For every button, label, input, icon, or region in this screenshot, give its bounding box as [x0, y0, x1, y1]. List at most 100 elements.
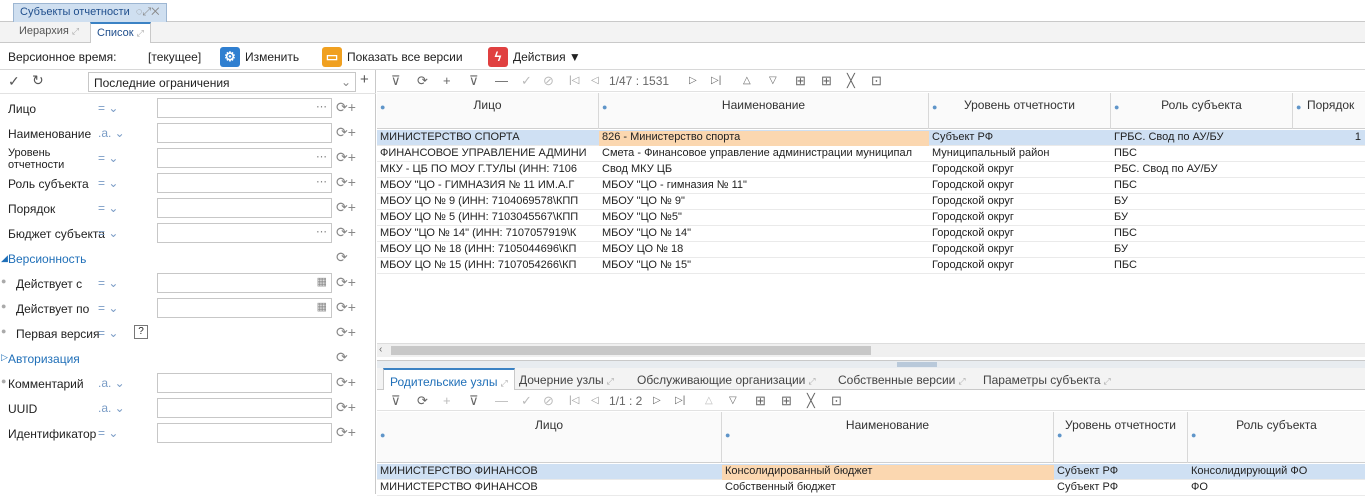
col-header[interactable]: ● Роль субъекта	[1111, 93, 1293, 129]
reset-group-icon[interactable]: ⟳	[336, 249, 348, 266]
table-cell[interactable]: Консолидированный бюджет	[722, 465, 1054, 480]
panel-splitter[interactable]	[377, 360, 1365, 368]
col-header[interactable]: ● Роль субъекта	[1188, 412, 1365, 463]
table-cell[interactable]: МБОУ "ЦО - ГИМНАЗИЯ № 11 ИМ.А.Г	[377, 179, 599, 194]
table-cell[interactable]: РБС. Свод по АУ/БУ	[1111, 163, 1293, 178]
table-cell[interactable]: Городской округ	[929, 243, 1111, 258]
table-cell[interactable]: МБОУ "ЦО № 14" (ИНН: 7107057919\К	[377, 227, 599, 242]
add-icon[interactable]: +	[443, 393, 451, 408]
filter-input[interactable]	[157, 373, 332, 393]
edit-icon[interactable]: ⊽	[469, 393, 479, 409]
filter-row-actions[interactable]: ⟳+	[336, 274, 356, 291]
filter-operator[interactable]: = ⌄	[98, 301, 118, 315]
filter-input[interactable]: ⋯	[157, 223, 332, 243]
sort-down-icon[interactable]: ▽	[769, 75, 777, 86]
table-cell[interactable]: МБОУ "ЦО №5"	[599, 211, 929, 226]
more-icon[interactable]: ⋯	[316, 225, 327, 238]
next-page-icon[interactable]: ▷	[689, 75, 697, 86]
group-auth-label[interactable]: Авторизация	[8, 352, 80, 366]
table-cell[interactable]: Городской округ	[929, 163, 1111, 178]
table-cell[interactable]	[1293, 243, 1365, 258]
window-tab[interactable]: Субъекты отчетности ◌⤢✕	[13, 3, 167, 22]
table-row[interactable]: МБОУ ЦО № 15 (ИНН: 7107054266\КП МБОУ "ЦО…	[377, 258, 1365, 274]
table-cell[interactable]: Городской округ	[929, 259, 1111, 274]
tab-parent-nodes[interactable]: Родительские узлы ⤢	[383, 368, 515, 390]
filter-input[interactable]: ▦	[157, 298, 332, 318]
filter-operator[interactable]: = ⌄	[98, 226, 118, 240]
table-cell[interactable]: МБОУ ЦО № 18	[599, 243, 929, 258]
cancel-icon[interactable]: ⊘	[543, 393, 554, 409]
collapse-triangle-icon[interactable]: ▷	[1, 352, 8, 363]
filter-row-actions[interactable]: ⟳+	[336, 99, 356, 116]
remove-icon[interactable]: —	[495, 393, 508, 408]
table-cell[interactable]: ГРБС. Свод по АУ/БУ	[1111, 131, 1293, 146]
filter-operator[interactable]: .a. ⌄	[98, 126, 125, 140]
sort-down-icon[interactable]: ▽	[729, 395, 737, 406]
table-cell[interactable]: ПБС	[1111, 259, 1293, 274]
table-cell[interactable]: Городской округ	[929, 195, 1111, 210]
columns-icon[interactable]: ⊞	[755, 393, 766, 409]
filter-row-actions[interactable]: ⟳+	[336, 199, 356, 216]
group-auth[interactable]: ▷ Авторизация ⟳	[0, 346, 376, 371]
table-cell[interactable]: МБОУ ЦО № 18 (ИНН: 7105044696\КП	[377, 243, 599, 258]
clear-icon[interactable]: ╳	[847, 73, 855, 89]
filter-row-actions[interactable]: ⟳+	[336, 174, 356, 191]
splitter-handle[interactable]	[897, 362, 937, 367]
table-cell[interactable]: ФИНАНСОВОЕ УПРАВЛЕНИЕ АДМИНИ	[377, 147, 599, 162]
filter-input[interactable]: ⋯	[157, 148, 332, 168]
change-button[interactable]: ⚙ Изменить	[220, 46, 299, 67]
more-icon[interactable]: ⋯	[316, 175, 327, 188]
first-page-icon[interactable]: |◁	[569, 395, 579, 406]
export-icon[interactable]: ⊡	[831, 393, 842, 409]
filter-row-actions[interactable]: ⟳+	[336, 299, 356, 316]
tab-list[interactable]: Список ⤢	[90, 22, 151, 43]
last-page-icon[interactable]: ▷|	[675, 395, 685, 406]
filter-input[interactable]	[157, 198, 332, 218]
table-cell[interactable]: Муниципальный район	[929, 147, 1111, 162]
table-row[interactable]: МБОУ "ЦО № 14" (ИНН: 7107057919\К МБОУ "Ц…	[377, 226, 1365, 242]
horizontal-scrollbar[interactable]: ‹	[377, 343, 1365, 357]
table-cell[interactable]: ПБС	[1111, 227, 1293, 242]
table-cell[interactable]: МИНИСТЕРСТВО СПОРТА	[377, 131, 599, 146]
cancel-icon[interactable]: ⊘	[543, 73, 554, 89]
col-header[interactable]: ● Наименование	[599, 93, 929, 129]
filter-input[interactable]: ▦	[157, 273, 332, 293]
more-icon[interactable]: ⋯	[316, 150, 327, 163]
table-cell[interactable]: Консолидирующий ФО	[1188, 465, 1365, 480]
table-cell[interactable]: МБОУ "ЦО - гимназия № 11"	[599, 179, 929, 194]
clear-icon[interactable]: ╳	[807, 393, 815, 409]
table-cell[interactable]: Городской округ	[929, 211, 1111, 226]
filter-row-actions[interactable]: ⟳+	[336, 149, 356, 166]
refresh-icon[interactable]: ⟳	[417, 393, 428, 409]
table-cell[interactable]	[1293, 259, 1365, 274]
expand-icon[interactable]: ⊞	[821, 73, 832, 89]
add-icon[interactable]: +	[443, 73, 451, 88]
filter-row-actions[interactable]: ⟳+	[336, 124, 356, 141]
filter-preset-select[interactable]: Последние ограничения ⌄	[88, 72, 356, 92]
table-cell[interactable]: Свод МКУ ЦБ	[599, 163, 929, 178]
sort-up-icon[interactable]: △	[705, 395, 713, 406]
col-header[interactable]: ● Наименование	[722, 412, 1054, 463]
first-page-icon[interactable]: |◁	[569, 75, 579, 86]
filter-input[interactable]: ⋯	[157, 98, 332, 118]
table-cell[interactable]	[1293, 147, 1365, 162]
table-cell[interactable]: МБОУ ЦО № 9 (ИНН: 7104069578\КПП	[377, 195, 599, 210]
table-cell[interactable]: МБОУ ЦО № 5 (ИНН: 7103045567\КПП	[377, 211, 599, 226]
confirm-icon[interactable]: ✓	[521, 73, 532, 89]
table-row[interactable]: ФИНАНСОВОЕ УПРАВЛЕНИЕ АДМИНИ Смета - Фина…	[377, 146, 1365, 162]
filter-row-actions[interactable]: ⟳+	[336, 374, 356, 391]
scrollbar-thumb[interactable]	[391, 346, 871, 355]
table-cell[interactable]: МБОУ "ЦО № 14"	[599, 227, 929, 242]
table-cell[interactable]: БУ	[1111, 195, 1293, 210]
table-row[interactable]: МИНИСТЕРСТВО ФИНАНСОВ Консолидированный б…	[377, 464, 1365, 480]
table-row[interactable]: МБОУ ЦО № 9 (ИНН: 7104069578\КПП МБОУ "ЦО…	[377, 194, 1365, 210]
filter-operator[interactable]: .a. ⌄	[98, 376, 125, 390]
apply-check-icon[interactable]: ✓	[8, 73, 20, 90]
table-cell[interactable]: МИНИСТЕРСТВО ФИНАНСОВ	[377, 465, 722, 480]
filter-row-actions[interactable]: ⟳+	[336, 224, 356, 241]
col-header[interactable]: ● Лицо	[377, 412, 722, 463]
table-cell[interactable]: 826 - Министерство спорта	[599, 131, 929, 146]
filter-icon[interactable]: ⊽	[391, 393, 401, 409]
sort-up-icon[interactable]: △	[743, 75, 751, 86]
col-header[interactable]: ● Уровень отчетности	[929, 93, 1111, 129]
